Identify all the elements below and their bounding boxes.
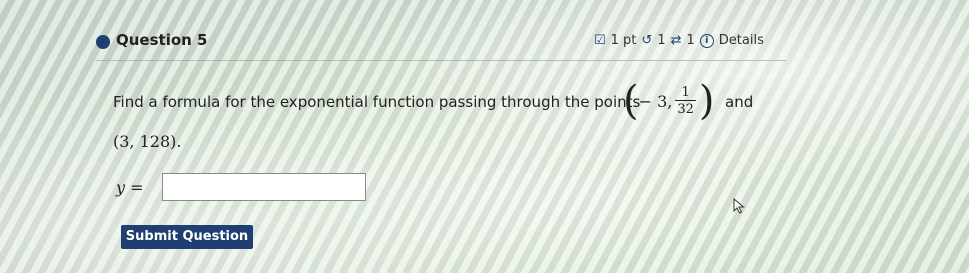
attempts-count: 1	[686, 33, 695, 48]
submit-question-button[interactable]: Submit Question	[121, 225, 253, 249]
retry-icon: ↺	[641, 33, 653, 48]
left-paren: (	[623, 78, 639, 124]
right-paren: )	[698, 78, 715, 124]
answer-row: y =	[116, 173, 366, 201]
point-two: (3, 128).	[113, 132, 182, 151]
point-one: ( − 3, 1 32 )	[623, 78, 715, 124]
question-prompt: Find a formula for the exponential funct…	[113, 93, 641, 111]
and-text: and	[725, 93, 754, 111]
question-title: Question 5	[116, 31, 208, 49]
mouse-cursor-icon	[733, 198, 745, 214]
question-meta: ☑ 1 pt ↺ 1 ⇄ 1 i Details	[594, 33, 764, 48]
point-one-x: − 3,	[638, 91, 673, 111]
details-link[interactable]: Details	[719, 33, 764, 48]
answer-label: y =	[116, 177, 144, 197]
info-icon[interactable]: i	[699, 33, 714, 48]
checkbox-icon: ☑	[594, 33, 606, 48]
retries-count: 1	[657, 33, 666, 48]
points-label: 1 pt	[610, 33, 637, 48]
answer-input[interactable]	[161, 173, 366, 201]
sync-icon: ⇄	[670, 33, 682, 48]
fraction-denominator: 32	[675, 100, 696, 117]
header-divider	[96, 60, 786, 61]
fraction-numerator: 1	[681, 85, 690, 100]
question-bullet-icon	[96, 35, 110, 49]
question-header: Question 5 ☑ 1 pt ↺ 1 ⇄ 1 i Details	[96, 30, 796, 54]
point-one-y-fraction: 1 32	[675, 85, 696, 117]
